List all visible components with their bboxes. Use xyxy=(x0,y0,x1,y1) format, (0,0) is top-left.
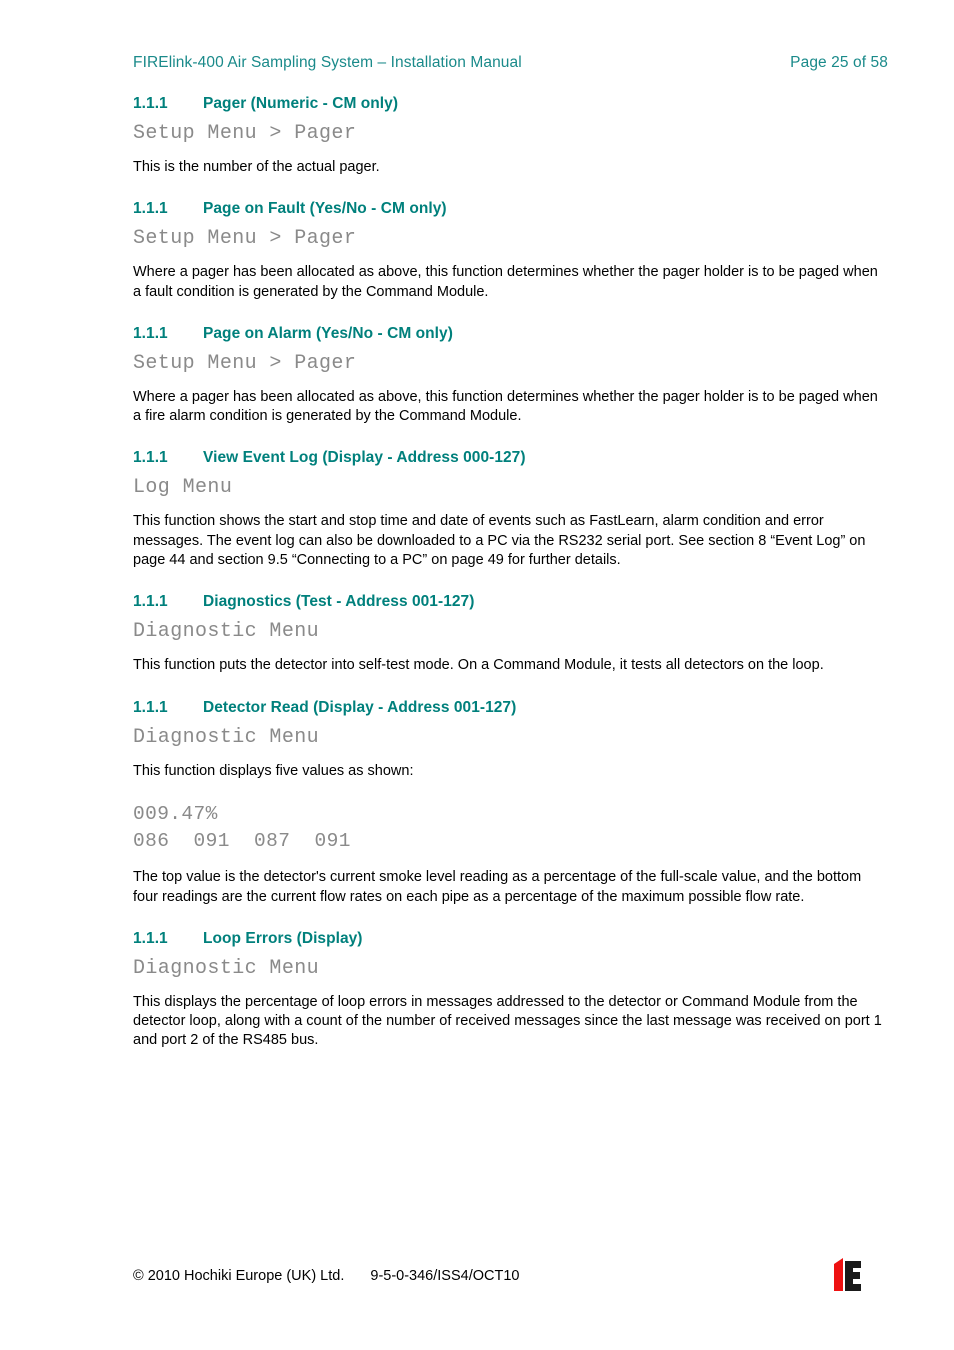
section-diagnostics: 1.1.1 Diagnostics (Test - Address 001-12… xyxy=(133,593,888,675)
section-pager: 1.1.1 Pager (Numeric - CM only) Setup Me… xyxy=(133,95,888,177)
section-page-on-fault: 1.1.1 Page on Fault (Yes/No - CM only) S… xyxy=(133,200,888,302)
section-heading: 1.1.1 Page on Fault (Yes/No - CM only) xyxy=(133,200,888,218)
section-number: 1.1.1 xyxy=(133,698,168,716)
hochiki-europe-logo-icon xyxy=(834,1258,861,1291)
page-footer: © 2010 Hochiki Europe (UK) Ltd. 9-5-0-34… xyxy=(133,1268,888,1284)
section-heading: 1.1.1 Pager (Numeric - CM only) xyxy=(133,95,888,113)
section-number: 1.1.1 xyxy=(133,929,168,947)
section-number: 1.1.1 xyxy=(133,324,168,342)
document-code: 9-5-0-346/ISS4/OCT10 xyxy=(370,1268,520,1284)
section-number: 1.1.1 xyxy=(133,593,168,611)
section-title: Pager (Numeric - CM only) xyxy=(203,95,399,112)
menu-breadcrumb: Setup Menu > Pager xyxy=(133,227,357,251)
section-body: This function puts the detector into sel… xyxy=(133,657,824,674)
section-heading: 1.1.1 View Event Log (Display - Address … xyxy=(133,449,888,467)
document-title: FIRElink-400 Air Sampling System – Insta… xyxy=(133,54,522,71)
section-body-continued: The top value is the detector's current … xyxy=(133,869,862,905)
menu-breadcrumb: Diagnostic Menu xyxy=(133,725,320,749)
menu-breadcrumb: Setup Menu > Pager xyxy=(133,122,357,145)
menu-breadcrumb: Diagnostic Menu xyxy=(133,620,320,644)
section-title: Loop Errors (Display) xyxy=(203,929,363,947)
section-body: This is the number of the actual pager. xyxy=(133,159,380,175)
menu-breadcrumb: Diagnostic Menu xyxy=(133,956,320,980)
copyright-notice: © 2010 Hochiki Europe (UK) Ltd. xyxy=(133,1268,345,1284)
section-loop-errors: 1.1.1 Loop Errors (Display) Diagnostic M… xyxy=(133,930,888,1051)
section-title: Page on Alarm (Yes/No - CM only) xyxy=(203,324,453,342)
section-title: Diagnostics (Test - Address 001-127) xyxy=(203,593,475,611)
page-content: 1.1.1 Pager (Numeric - CM only) Setup Me… xyxy=(133,95,888,1051)
section-number: 1.1.1 xyxy=(133,200,168,218)
menu-breadcrumb: Setup Menu > Pager xyxy=(133,351,357,375)
section-body: Where a pager has been allocated as abov… xyxy=(133,388,878,425)
detector-readout-display: 009.47% 086 091 087 091 xyxy=(133,802,351,852)
section-number: 1.1.1 xyxy=(133,95,168,112)
section-body: This function displays five values as sh… xyxy=(133,762,414,779)
section-title: Page on Fault (Yes/No - CM only) xyxy=(203,200,447,218)
page-header: FIRElink-400 Air Sampling System – Insta… xyxy=(133,54,888,72)
section-page-on-alarm: 1.1.1 Page on Alarm (Yes/No - CM only) S… xyxy=(133,325,888,427)
document-page: FIRElink-400 Air Sampling System – Insta… xyxy=(0,0,954,1350)
section-title: Detector Read (Display - Address 001-127… xyxy=(203,698,517,716)
section-body: Where a pager has been allocated as abov… xyxy=(133,264,878,300)
section-detector-read: 1.1.1 Detector Read (Display - Address 0… xyxy=(133,699,888,907)
menu-breadcrumb: Log Menu xyxy=(133,476,233,500)
section-body: This displays the percentage of loop err… xyxy=(133,993,882,1049)
page-number: Page 25 of 58 xyxy=(790,54,888,71)
section-body: This function shows the start and stop t… xyxy=(133,513,866,568)
section-heading: 1.1.1 Diagnostics (Test - Address 001-12… xyxy=(133,593,888,611)
section-view-event-log: 1.1.1 View Event Log (Display - Address … xyxy=(133,449,888,570)
section-heading: 1.1.1 Detector Read (Display - Address 0… xyxy=(133,699,888,717)
section-heading: 1.1.1 Loop Errors (Display) xyxy=(133,930,888,948)
section-number: 1.1.1 xyxy=(133,449,168,467)
section-heading: 1.1.1 Page on Alarm (Yes/No - CM only) xyxy=(133,325,888,343)
section-title: View Event Log (Display - Address 000-12… xyxy=(203,449,526,467)
